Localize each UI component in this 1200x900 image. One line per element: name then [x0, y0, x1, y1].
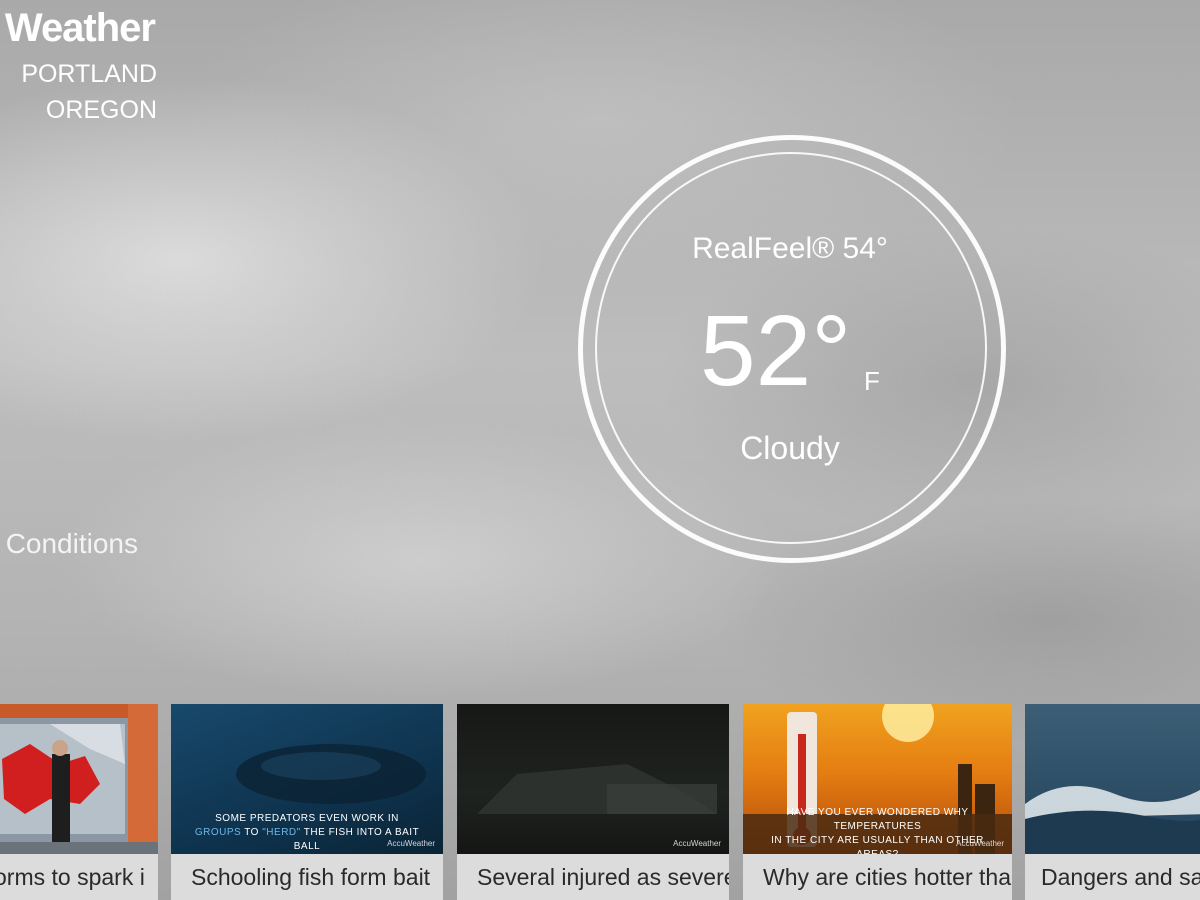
- realfeel-label: RealFeel® 54°: [692, 232, 888, 265]
- video-title: Several injured as severe: [457, 854, 729, 900]
- video-thumbnail-fish: SOME PREDATORS EVEN WORK IN GROUPS TO "H…: [171, 704, 443, 854]
- video-card[interactable]: AccuWeather Several injured as severe: [457, 704, 729, 900]
- video-title: Why are cities hotter than: [743, 854, 1012, 900]
- video-thumbnail-waves: [1025, 704, 1200, 854]
- ocean-waves-graphic: [1025, 786, 1200, 854]
- video-thumbnail-city-heat: HAVE YOU EVER WONDERED WHY TEMPERATURES …: [743, 704, 1012, 854]
- accuweather-watermark: AccuWeather: [387, 839, 435, 848]
- accuweather-watermark: AccuWeather: [956, 839, 1004, 848]
- video-title: Schooling fish form bait: [171, 854, 443, 900]
- video-thumbnail-weather-map: [0, 704, 158, 854]
- overturned-vehicle-graphic: [477, 764, 717, 814]
- location-city: PORTLAND: [21, 60, 157, 88]
- brand-title: Weather: [4, 6, 156, 50]
- current-temperature: 52°: [700, 295, 852, 407]
- video-title: Dangers and safe: [1025, 854, 1200, 900]
- accuweather-watermark: AccuWeather: [673, 839, 721, 848]
- current-conditions-menu-item[interactable]: Conditions: [6, 528, 138, 560]
- video-card[interactable]: Dangers and safe: [1025, 704, 1200, 900]
- video-thumbnail-wreck: AccuWeather: [457, 704, 729, 854]
- video-card[interactable]: SOME PREDATORS EVEN WORK IN GROUPS TO "H…: [171, 704, 443, 900]
- condition-label: Cloudy: [740, 430, 840, 466]
- video-card[interactable]: HAVE YOU EVER WONDERED WHY TEMPERATURES …: [743, 704, 1012, 900]
- weather-map-graphic: [0, 704, 158, 854]
- video-title: orms to spark i: [0, 854, 158, 900]
- temperature-unit: F: [864, 366, 880, 396]
- video-card[interactable]: orms to spark i: [0, 704, 158, 900]
- location-state: OREGON: [45, 96, 157, 124]
